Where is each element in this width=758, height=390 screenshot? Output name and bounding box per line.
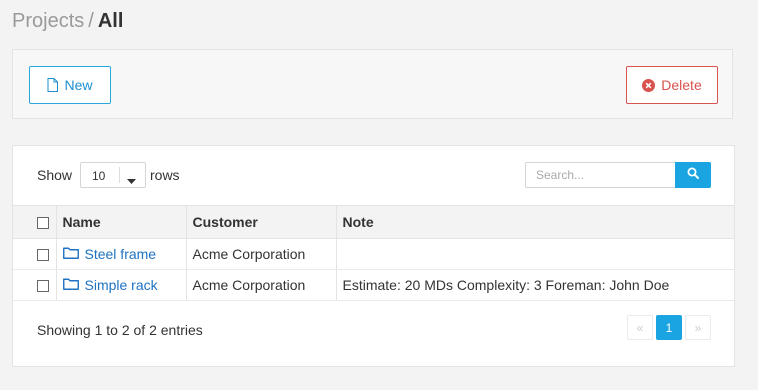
breadcrumb-current: All bbox=[97, 10, 124, 32]
project-link[interactable]: Steel frame bbox=[85, 246, 157, 262]
project-link[interactable]: Simple rack bbox=[85, 277, 158, 293]
customer-cell: Acme Corporation bbox=[186, 238, 337, 270]
page-title: Projects / All bbox=[12, 8, 123, 34]
select-all-checkbox[interactable] bbox=[37, 217, 49, 230]
row-checkbox[interactable] bbox=[37, 249, 49, 262]
delete-button-label: Delete bbox=[661, 77, 702, 93]
new-button-label: New bbox=[64, 77, 93, 93]
table-header-row: Name Customer Note bbox=[13, 205, 734, 239]
rows-per-page-value: 10 bbox=[92, 169, 106, 183]
project-name-cell: Simple rack bbox=[56, 269, 187, 301]
column-header-customer[interactable]: Customer bbox=[186, 205, 337, 239]
customer-cell: Acme Corporation bbox=[186, 269, 337, 301]
project-name-cell: Steel frame bbox=[56, 238, 187, 270]
select-divider bbox=[119, 167, 120, 183]
select-all-cell bbox=[13, 205, 57, 239]
column-header-name[interactable]: Name bbox=[56, 205, 187, 239]
column-header-note[interactable]: Note bbox=[336, 205, 734, 239]
entries-info: Showing 1 to 2 of 2 entries bbox=[37, 322, 203, 338]
breadcrumb-parent[interactable]: Projects bbox=[12, 10, 84, 32]
note-cell bbox=[336, 238, 734, 270]
breadcrumb-separator: / bbox=[88, 10, 94, 32]
pagination-page-1[interactable]: 1 bbox=[656, 315, 682, 340]
pagination-prev[interactable]: « bbox=[627, 315, 653, 340]
projects-table: Name Customer Note Steel frame Acme Corp… bbox=[13, 205, 734, 301]
search-input[interactable] bbox=[525, 162, 676, 188]
row-select-cell bbox=[13, 269, 57, 301]
folder-icon bbox=[62, 277, 79, 293]
table-row: Simple rack Acme Corporation Estimate: 2… bbox=[13, 269, 734, 301]
search-button[interactable] bbox=[675, 162, 711, 188]
rows-label: rows bbox=[150, 167, 180, 183]
action-toolbar: New Delete bbox=[12, 49, 733, 119]
projects-table-panel: Show 10 rows Name Customer Note bbox=[12, 145, 735, 367]
row-checkbox[interactable] bbox=[37, 280, 49, 293]
show-label: Show bbox=[37, 167, 73, 183]
search-icon bbox=[687, 166, 699, 184]
row-select-cell bbox=[13, 238, 57, 270]
pagination: « 1 » bbox=[627, 315, 711, 340]
table-row: Steel frame Acme Corporation bbox=[13, 238, 734, 270]
pagination-next[interactable]: » bbox=[685, 315, 711, 340]
file-icon bbox=[47, 78, 59, 92]
delete-button[interactable]: Delete bbox=[626, 66, 718, 104]
note-cell: Estimate: 20 MDs Complexity: 3 Foreman: … bbox=[336, 269, 734, 301]
caret-down-icon bbox=[127, 173, 136, 187]
folder-icon bbox=[62, 246, 79, 262]
times-circle-icon bbox=[642, 78, 656, 92]
new-button[interactable]: New bbox=[29, 66, 111, 104]
rows-per-page-select[interactable]: 10 bbox=[80, 162, 146, 188]
